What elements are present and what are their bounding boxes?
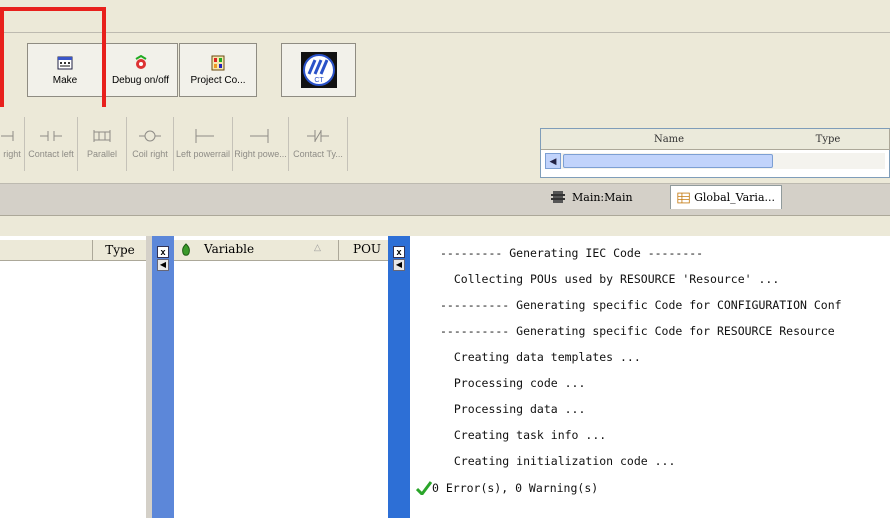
scroll-thumb[interactable] [563,154,773,168]
panel-separator [0,215,890,236]
close-icon[interactable]: x [157,246,169,258]
make-highlight-frame [0,7,106,122]
log-line: Creating initialization code ... [440,454,676,468]
variable-column-header[interactable]: Variable [204,242,254,256]
log-line: Processing code ... [440,376,586,390]
left-powerrail-button[interactable]: Left powerrail [174,117,233,171]
coil-right-button[interactable]: Coil right [127,117,174,171]
scroll-left-icon[interactable]: ◀ [545,153,561,169]
powerrail-left-icon [195,129,214,143]
log-line: ---------- Generating specific Code for … [440,298,842,312]
program-icon [551,191,565,203]
workspace-panel: Type [0,236,146,518]
project-icon [211,55,225,70]
ld-right-icon [1,131,14,141]
check-icon [416,481,432,495]
tab-global-variables[interactable]: Global_Varia... [670,185,782,209]
pin-arrow-icon[interactable]: ◀ [157,259,169,271]
contact-icon [40,131,62,141]
sort-indicator-icon: △ [314,242,321,252]
parallel-button[interactable]: Parallel [78,117,127,171]
table-icon [677,192,690,203]
contact-type-button[interactable]: Contact Ty... [289,117,348,171]
tab-main[interactable]: Main:Main [550,185,670,209]
contact-left-button[interactable]: Contact left [25,117,78,171]
close-icon[interactable]: x [393,246,405,258]
type-column-header[interactable]: Type [92,240,147,260]
workspace-header: Type [0,240,146,261]
debug-label: Debug on/off [111,74,170,86]
grid-header-type[interactable]: Type [767,129,890,150]
ld-label: Parallel [86,149,117,159]
ld-label: Coil right [132,149,168,159]
grid-horizontal-scrollbar[interactable]: ◀ [545,153,885,169]
variables-dock-bar: x ◀ [152,236,174,518]
coil-icon [139,130,161,142]
log-line: Creating data templates ... [440,350,641,364]
variables-panel: Variable △ POU [174,236,388,518]
log-line: Collecting POUs used by RESOURCE 'Resour… [440,272,780,286]
ct-logo-icon: CT [300,52,337,88]
variable-icon [182,243,190,256]
logo-text: CT [314,77,324,84]
pin-arrow-icon[interactable]: ◀ [393,259,405,271]
output-window[interactable]: --------- Generating IEC Code -------- C… [410,236,890,518]
right-powerrail-button[interactable]: Right powe... [233,117,289,171]
tab-label: Global_Varia... [694,191,775,204]
top-strip [0,0,890,32]
ld-label: Contact left [28,149,74,159]
project-label: Project Co... [190,74,246,86]
grid-header-name[interactable]: Name [571,129,768,150]
variables-grid[interactable]: Name Type ◀ [540,128,890,178]
ld-label: Contact Ty... [293,149,343,159]
parallel-icon [93,130,111,142]
pou-column-header[interactable]: POU [353,242,381,256]
output-dock-bar: x ◀ [388,236,410,518]
main-toolbar: Make Debug on/off Project Co... CT [0,32,890,108]
logo-button[interactable]: CT [281,43,356,97]
log-line: --------- Generating IEC Code -------- [440,246,704,260]
tab-label: Main:Main [572,190,633,204]
ld-button-right[interactable]: right [0,117,25,171]
debug-toggle-button[interactable]: Debug on/off [103,43,178,97]
debug-icon [134,54,147,69]
ld-label: Right powe... [234,149,287,159]
log-line: Processing data ... [440,402,586,416]
contact-type-icon [307,130,329,142]
grid-corner [541,129,572,150]
project-control-button[interactable]: Project Co... [179,43,257,97]
ld-label: Left powerrail [175,149,231,159]
powerrail-right-icon [249,129,268,143]
variables-header: Variable △ POU [174,240,388,261]
editor-tabs: Main:Main Global_Varia... [540,183,890,213]
result-line: 0 Error(s), 0 Warning(s) [432,481,599,495]
log-line: ---------- Generating specific Code for … [440,324,835,338]
log-line: Creating task info ... [440,428,607,442]
ld-label: right [3,149,21,159]
